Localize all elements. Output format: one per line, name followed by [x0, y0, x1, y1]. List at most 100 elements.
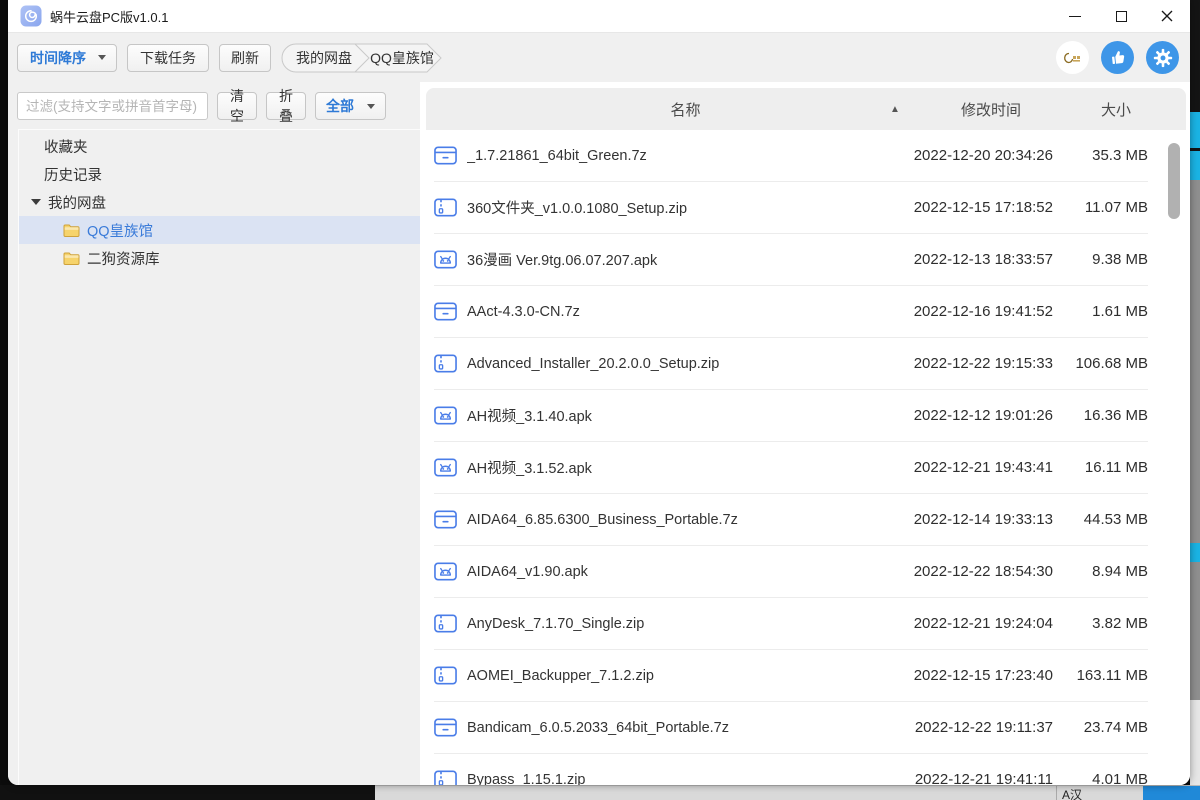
- column-header-name[interactable]: 名称: [426, 99, 890, 120]
- titlebar: 蜗牛云盘PC版v1.0.1: [8, 0, 1190, 32]
- type-filter-label: 全部: [326, 96, 354, 116]
- file-row[interactable]: 360文件夹_v1.0.0.1080_Setup.zip 2022-12-15 …: [434, 182, 1148, 234]
- scrollbar-thumb[interactable]: [1168, 143, 1180, 219]
- file-row[interactable]: Advanced_Installer_20.2.0.0_Setup.zip 20…: [434, 338, 1148, 390]
- file-name: AH视频_3.1.52.apk: [467, 457, 903, 478]
- background-window-fragment: [1190, 180, 1200, 700]
- file-modified: 2022-12-21 19:41:11: [903, 771, 1053, 785]
- sort-order-dropdown[interactable]: 时间降序: [17, 44, 117, 72]
- file-row[interactable]: AAct-4.3.0-CN.7z 2022-12-16 19:41:52 1.6…: [434, 286, 1148, 338]
- ime-indicator[interactable]: A汉: [1062, 786, 1082, 800]
- 7z-archive-icon: [434, 510, 457, 529]
- file-size: 1.61 MB: [1053, 303, 1148, 320]
- sidebar: 清空 折叠 全部 收藏夹 历史记录 我的网盘 QQ皇族馆 二狗资源库: [8, 82, 420, 785]
- tree-item-plain[interactable]: 收藏夹: [19, 132, 420, 160]
- file-size: 44.53 MB: [1053, 511, 1148, 528]
- tree-item-label: 收藏夹: [44, 136, 88, 157]
- file-row[interactable]: AIDA64_v1.90.apk 2022-12-22 18:54:30 8.9…: [434, 546, 1148, 598]
- maximize-button[interactable]: [1098, 0, 1144, 32]
- toolbar-right: [1056, 41, 1184, 74]
- file-name: 360文件夹_v1.0.0.1080_Setup.zip: [467, 197, 903, 218]
- minimize-icon: [1069, 16, 1081, 17]
- file-modified: 2022-12-12 19:01:26: [903, 407, 1053, 424]
- window-controls: [1052, 0, 1190, 32]
- tree-item-label: QQ皇族馆: [87, 220, 153, 241]
- tree-item-expand[interactable]: 我的网盘: [19, 188, 420, 216]
- refresh-button[interactable]: 刷新: [219, 44, 271, 72]
- file-modified: 2022-12-13 18:33:57: [903, 251, 1053, 268]
- file-row[interactable]: AH视频_3.1.52.apk 2022-12-21 19:43:41 16.1…: [434, 442, 1148, 494]
- tree-item-plain[interactable]: 历史记录: [19, 160, 420, 188]
- file-rows: _1.7.21861_64bit_Green.7z 2022-12-20 20:…: [426, 130, 1160, 785]
- apk-android-icon: [434, 458, 457, 477]
- file-list-panel: 名称 ▲ 修改时间 大小 _1.7.21861_64bit_Green.7z 2…: [420, 82, 1190, 785]
- file-size: 3.82 MB: [1053, 615, 1148, 632]
- file-size: 4.01 MB: [1053, 771, 1148, 785]
- zip-archive-icon: [434, 198, 457, 217]
- file-row[interactable]: Bandicam_6.0.5.2033_64bit_Portable.7z 20…: [434, 702, 1148, 754]
- clear-filter-button[interactable]: 清空: [217, 92, 257, 120]
- maximize-icon: [1116, 11, 1127, 22]
- file-row[interactable]: AOMEI_Backupper_7.1.2.zip 2022-12-15 17:…: [434, 650, 1148, 702]
- file-modified: 2022-12-15 17:23:40: [903, 667, 1053, 684]
- app-window: 蜗牛云盘PC版v1.0.1 时间降序 下载任务 刷新 我的网盘: [8, 0, 1190, 785]
- breadcrumb-item-root[interactable]: 我的网盘: [293, 43, 355, 73]
- file-name: Bandicam_6.0.5.2033_64bit_Portable.7z: [467, 720, 903, 736]
- file-row[interactable]: AnyDesk_7.1.70_Single.zip 2022-12-21 19:…: [434, 598, 1148, 650]
- promo-logo-badge[interactable]: [1056, 41, 1089, 74]
- download-tasks-button[interactable]: 下载任务: [127, 44, 209, 72]
- tree-item-folder-selected[interactable]: QQ皇族馆: [19, 216, 420, 244]
- taskbar-active-app-button[interactable]: [1143, 786, 1200, 800]
- app-logo-icon: [20, 5, 42, 27]
- file-row[interactable]: AIDA64_6.85.6300_Business_Portable.7z 20…: [434, 494, 1148, 546]
- file-modified: 2022-12-22 19:15:33: [903, 355, 1053, 372]
- breadcrumb: 我的网盘 QQ皇族馆: [281, 43, 457, 73]
- tree-item-label: 我的网盘: [48, 192, 106, 213]
- file-modified: 2022-12-22 18:54:30: [903, 563, 1053, 580]
- background-window-fragment: [1190, 112, 1200, 148]
- file-modified: 2022-12-21 19:24:04: [903, 615, 1053, 632]
- expand-triangle-icon[interactable]: [31, 199, 41, 205]
- sort-ascending-icon[interactable]: ▲: [890, 104, 916, 115]
- apk-android-icon: [434, 250, 457, 269]
- file-name: AnyDesk_7.1.70_Single.zip: [467, 616, 903, 632]
- file-size: 35.3 MB: [1053, 147, 1148, 164]
- filter-row: 清空 折叠 全部: [8, 82, 420, 129]
- tree-item-folder[interactable]: 二狗资源库: [19, 244, 420, 272]
- list-header: 名称 ▲ 修改时间 大小: [426, 88, 1186, 130]
- type-filter-dropdown[interactable]: 全部: [315, 92, 386, 120]
- file-size: 16.36 MB: [1053, 407, 1148, 424]
- file-modified: 2022-12-22 19:11:37: [903, 719, 1053, 736]
- filter-input[interactable]: [17, 92, 208, 120]
- chevron-down-icon: [98, 55, 106, 60]
- promo-logo-icon: [1063, 51, 1083, 65]
- close-icon: [1161, 10, 1173, 22]
- close-button[interactable]: [1144, 0, 1190, 32]
- main-area: 清空 折叠 全部 收藏夹 历史记录 我的网盘 QQ皇族馆 二狗资源库: [8, 82, 1190, 785]
- file-size: 9.38 MB: [1053, 251, 1148, 268]
- column-header-modified[interactable]: 修改时间: [916, 99, 1066, 120]
- settings-button[interactable]: [1146, 41, 1179, 74]
- toolbar: 时间降序 下载任务 刷新 我的网盘 QQ皇族馆: [8, 32, 1190, 82]
- chevron-down-icon: [367, 104, 375, 109]
- zip-archive-icon: [434, 354, 457, 373]
- file-modified: 2022-12-15 17:18:52: [903, 199, 1053, 216]
- file-row[interactable]: AH视频_3.1.40.apk 2022-12-12 19:01:26 16.3…: [434, 390, 1148, 442]
- file-modified: 2022-12-21 19:43:41: [903, 459, 1053, 476]
- collapse-tree-button[interactable]: 折叠: [266, 92, 306, 120]
- tree-item-label: 历史记录: [44, 164, 102, 185]
- background-window-fragment: [1190, 700, 1200, 785]
- file-row[interactable]: _1.7.21861_64bit_Green.7z 2022-12-20 20:…: [434, 130, 1148, 182]
- background-window-fragment: [1190, 543, 1200, 562]
- column-header-size[interactable]: 大小: [1066, 99, 1166, 120]
- file-name: 36漫画 Ver.9tg.06.07.207.apk: [467, 249, 903, 270]
- file-row[interactable]: Bypass_1.15.1.zip 2022-12-21 19:41:11 4.…: [434, 754, 1148, 785]
- file-row[interactable]: 36漫画 Ver.9tg.06.07.207.apk 2022-12-13 18…: [434, 234, 1148, 286]
- breadcrumb-item-current[interactable]: QQ皇族馆: [369, 43, 435, 73]
- file-size: 8.94 MB: [1053, 563, 1148, 580]
- like-button[interactable]: [1101, 41, 1134, 74]
- thumbs-up-icon: [1107, 47, 1129, 69]
- 7z-archive-icon: [434, 718, 457, 737]
- file-name: _1.7.21861_64bit_Green.7z: [467, 148, 903, 164]
- minimize-button[interactable]: [1052, 0, 1098, 32]
